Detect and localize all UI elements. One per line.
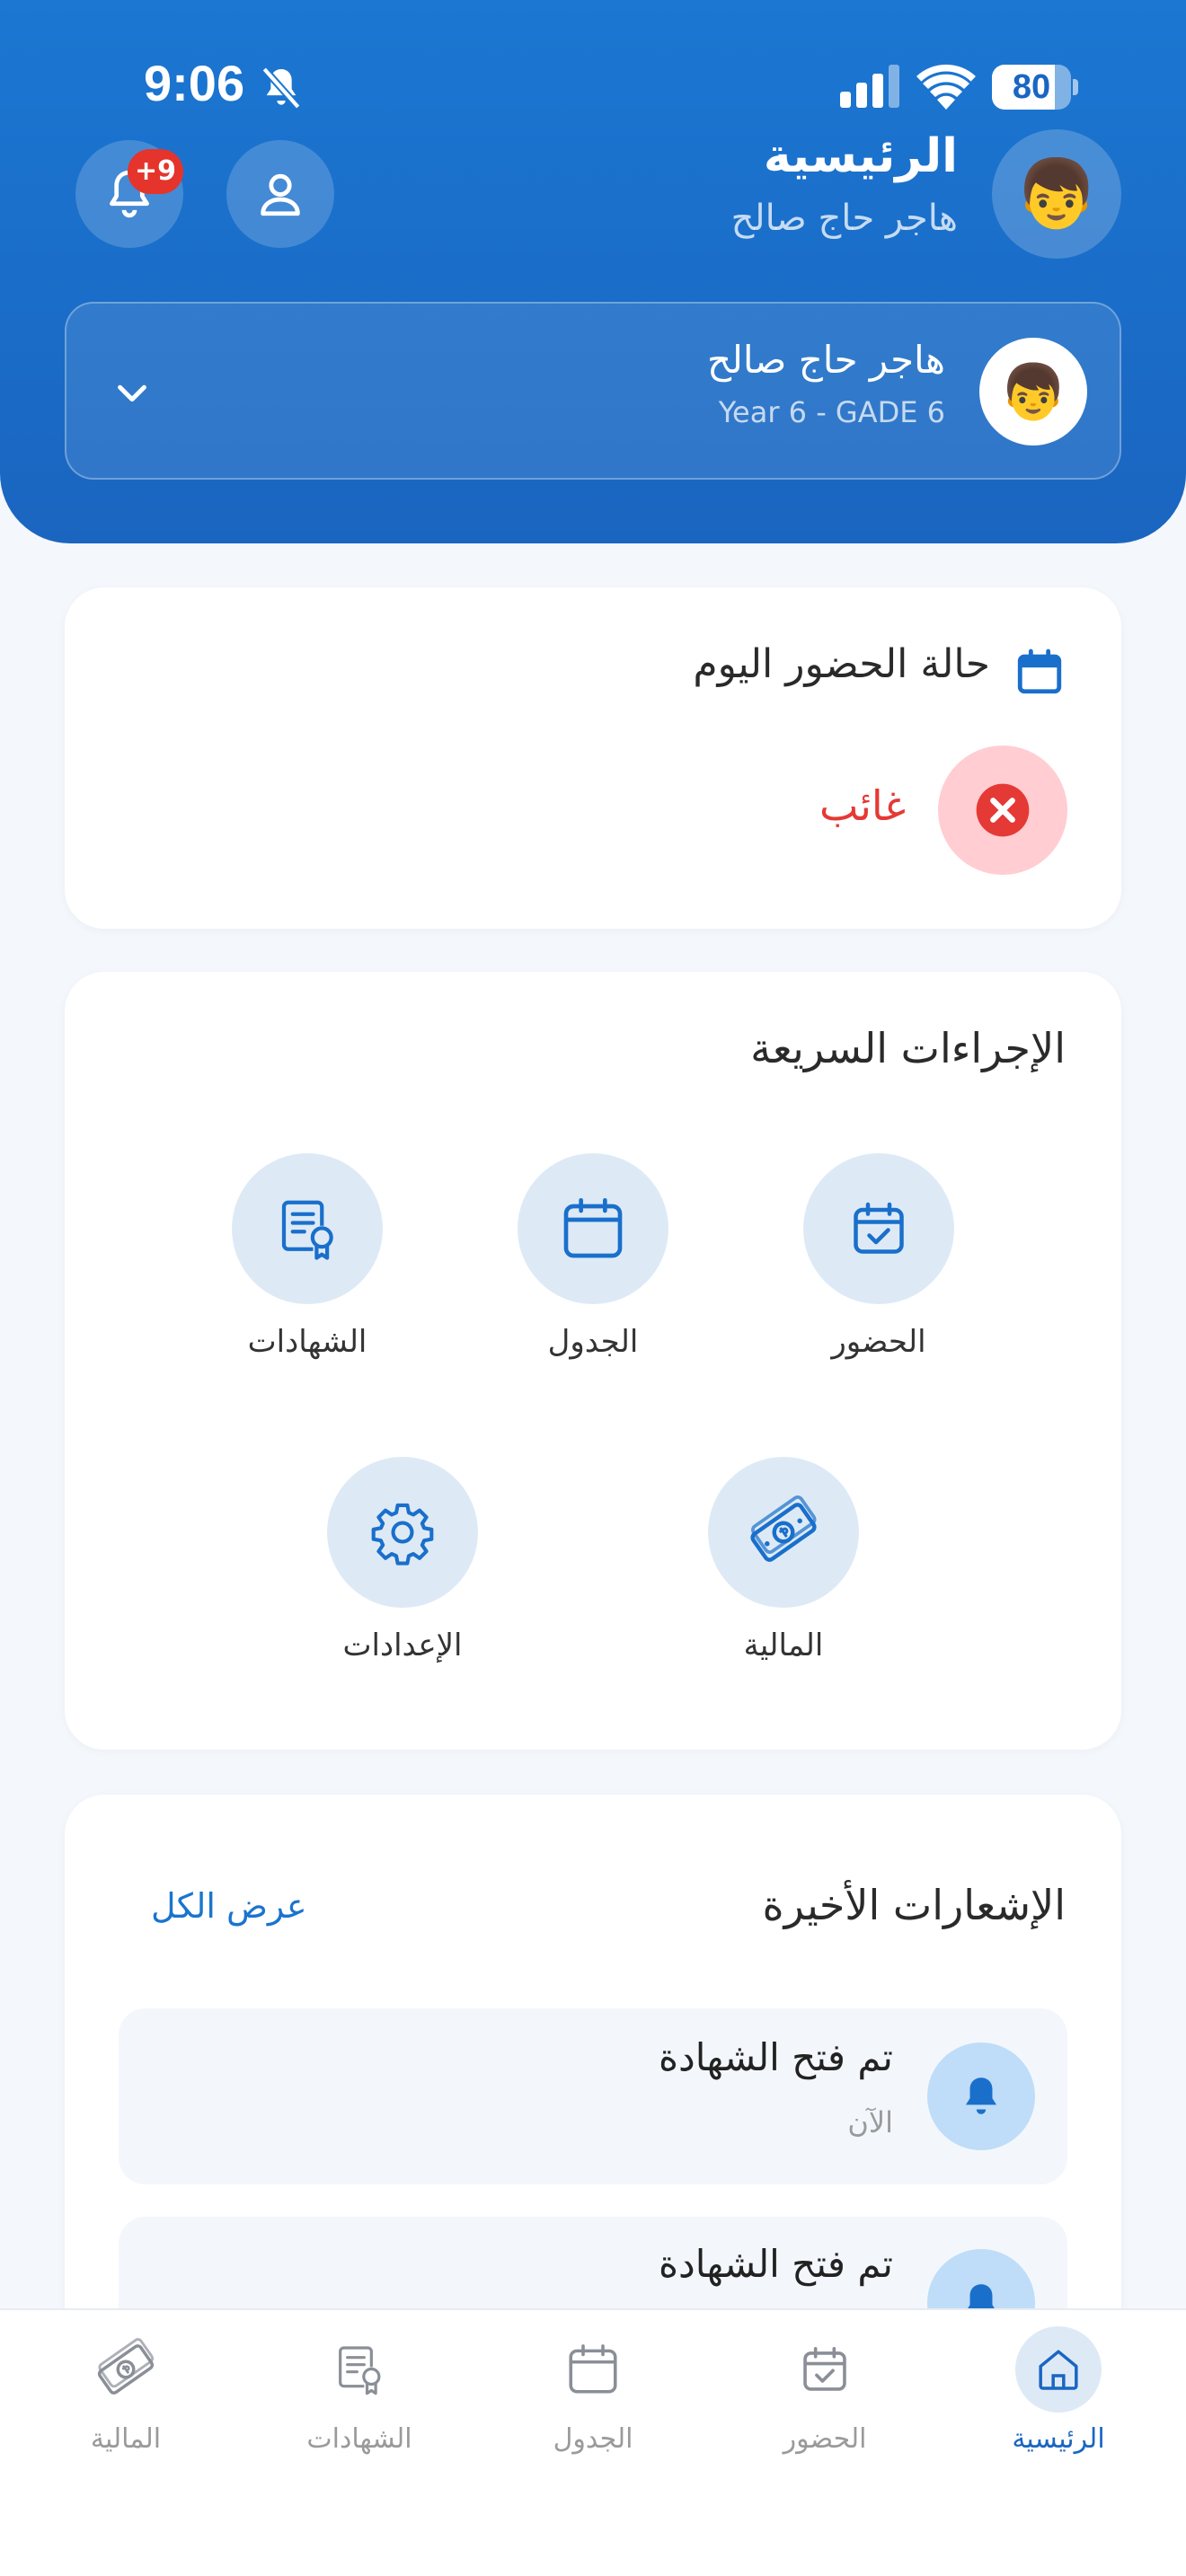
gear-icon: [371, 1503, 434, 1566]
notification-title: تم فتح الشهادة: [658, 2035, 893, 2079]
quick-action-attendance-label: الحضور: [831, 1324, 926, 1360]
bell-icon: [965, 2078, 997, 2114]
user-avatar[interactable]: 👦: [992, 129, 1121, 259]
notifications-title: الإشعارات الأخيرة: [762, 1881, 1067, 1929]
wifi-icon: [916, 64, 976, 110]
nav-certificates-icon-wrap: [316, 2326, 403, 2413]
nav-attendance-label: الحضور: [783, 2423, 867, 2455]
quick-actions-title: الإجراءات السريعة: [750, 1024, 1066, 1072]
quick-action-certificates[interactable]: [232, 1153, 383, 1304]
quick-action-attendance[interactable]: [803, 1153, 954, 1304]
certificate-icon: [281, 1200, 333, 1260]
nav-home-label: الرئيسية: [1012, 2423, 1105, 2455]
signal-icon: [840, 65, 899, 108]
calendar-icon: [1017, 648, 1062, 694]
attendance-title: حالة الحضور اليوم: [693, 641, 990, 687]
notification-item[interactable]: [119, 2008, 1067, 2184]
quick-action-schedule[interactable]: [518, 1153, 668, 1304]
quick-action-schedule-label: الجدول: [547, 1324, 639, 1360]
close-circle-icon: [976, 783, 1030, 837]
quick-action-settings[interactable]: [327, 1457, 478, 1608]
calendar-check-icon: [803, 2346, 846, 2391]
nav-certificates[interactable]: الشهادات: [252, 2326, 467, 2470]
quick-actions-card: [65, 972, 1121, 1750]
quick-action-settings-label: الإعدادات: [342, 1628, 463, 1663]
notification-count-badge: +9: [128, 149, 184, 194]
student-avatar: 👦: [979, 338, 1087, 446]
view-all-link[interactable]: عرض الكل: [151, 1886, 307, 1926]
nav-schedule-label: الجدول: [553, 2423, 633, 2455]
bell-off-icon: [261, 66, 301, 110]
profile-button[interactable]: [226, 140, 334, 248]
nav-attendance-icon-wrap: [782, 2326, 868, 2413]
attendance-status: غائب: [819, 781, 906, 830]
nav-attendance[interactable]: الحضور: [717, 2326, 933, 2470]
home-icon: [1039, 2350, 1078, 2390]
certificate-icon: [339, 2346, 381, 2395]
student-grade: Year 6 - GADE 6: [718, 395, 945, 429]
calendar-check-icon: [854, 1202, 904, 1254]
status-time: 9:06: [144, 55, 245, 111]
notification-title: تم فتح الشهادة: [658, 2242, 893, 2286]
nav-finance-icon-wrap: [83, 2326, 169, 2413]
calendar-icon: [563, 1198, 623, 1258]
nav-home-icon-wrap: [1015, 2326, 1102, 2413]
battery-level-text: 80: [1012, 68, 1051, 106]
student-selector[interactable]: [65, 302, 1121, 480]
nav-home[interactable]: الرئيسية: [951, 2326, 1166, 2470]
chevron-down-icon[interactable]: [111, 372, 153, 413]
quick-action-certificates-label: الشهادات: [247, 1324, 367, 1360]
quick-action-finance-label: المالية: [743, 1628, 824, 1663]
page-title: الرئيسية: [763, 129, 958, 183]
money-icon: [750, 1495, 817, 1562]
user-icon: [261, 173, 300, 216]
calendar-icon: [569, 2344, 617, 2394]
battery-indicator: 80: [992, 65, 1078, 110]
nav-schedule[interactable]: الجدول: [485, 2326, 701, 2470]
money-icon: [97, 2338, 155, 2395]
notification-bell: [927, 2042, 1035, 2150]
nav-schedule-icon-wrap: [550, 2326, 636, 2413]
notification-time: الآن: [847, 2105, 893, 2139]
absent-status-icon: [938, 745, 1067, 875]
quick-action-finance[interactable]: [708, 1457, 859, 1608]
nav-certificates-label: الشهادات: [306, 2423, 412, 2455]
student-name: هاجر حاج صالح: [706, 338, 945, 382]
nav-finance[interactable]: المالية: [18, 2326, 234, 2470]
nav-finance-label: المالية: [90, 2423, 162, 2455]
page-subtitle: هاجر حاج صالح: [730, 198, 958, 239]
